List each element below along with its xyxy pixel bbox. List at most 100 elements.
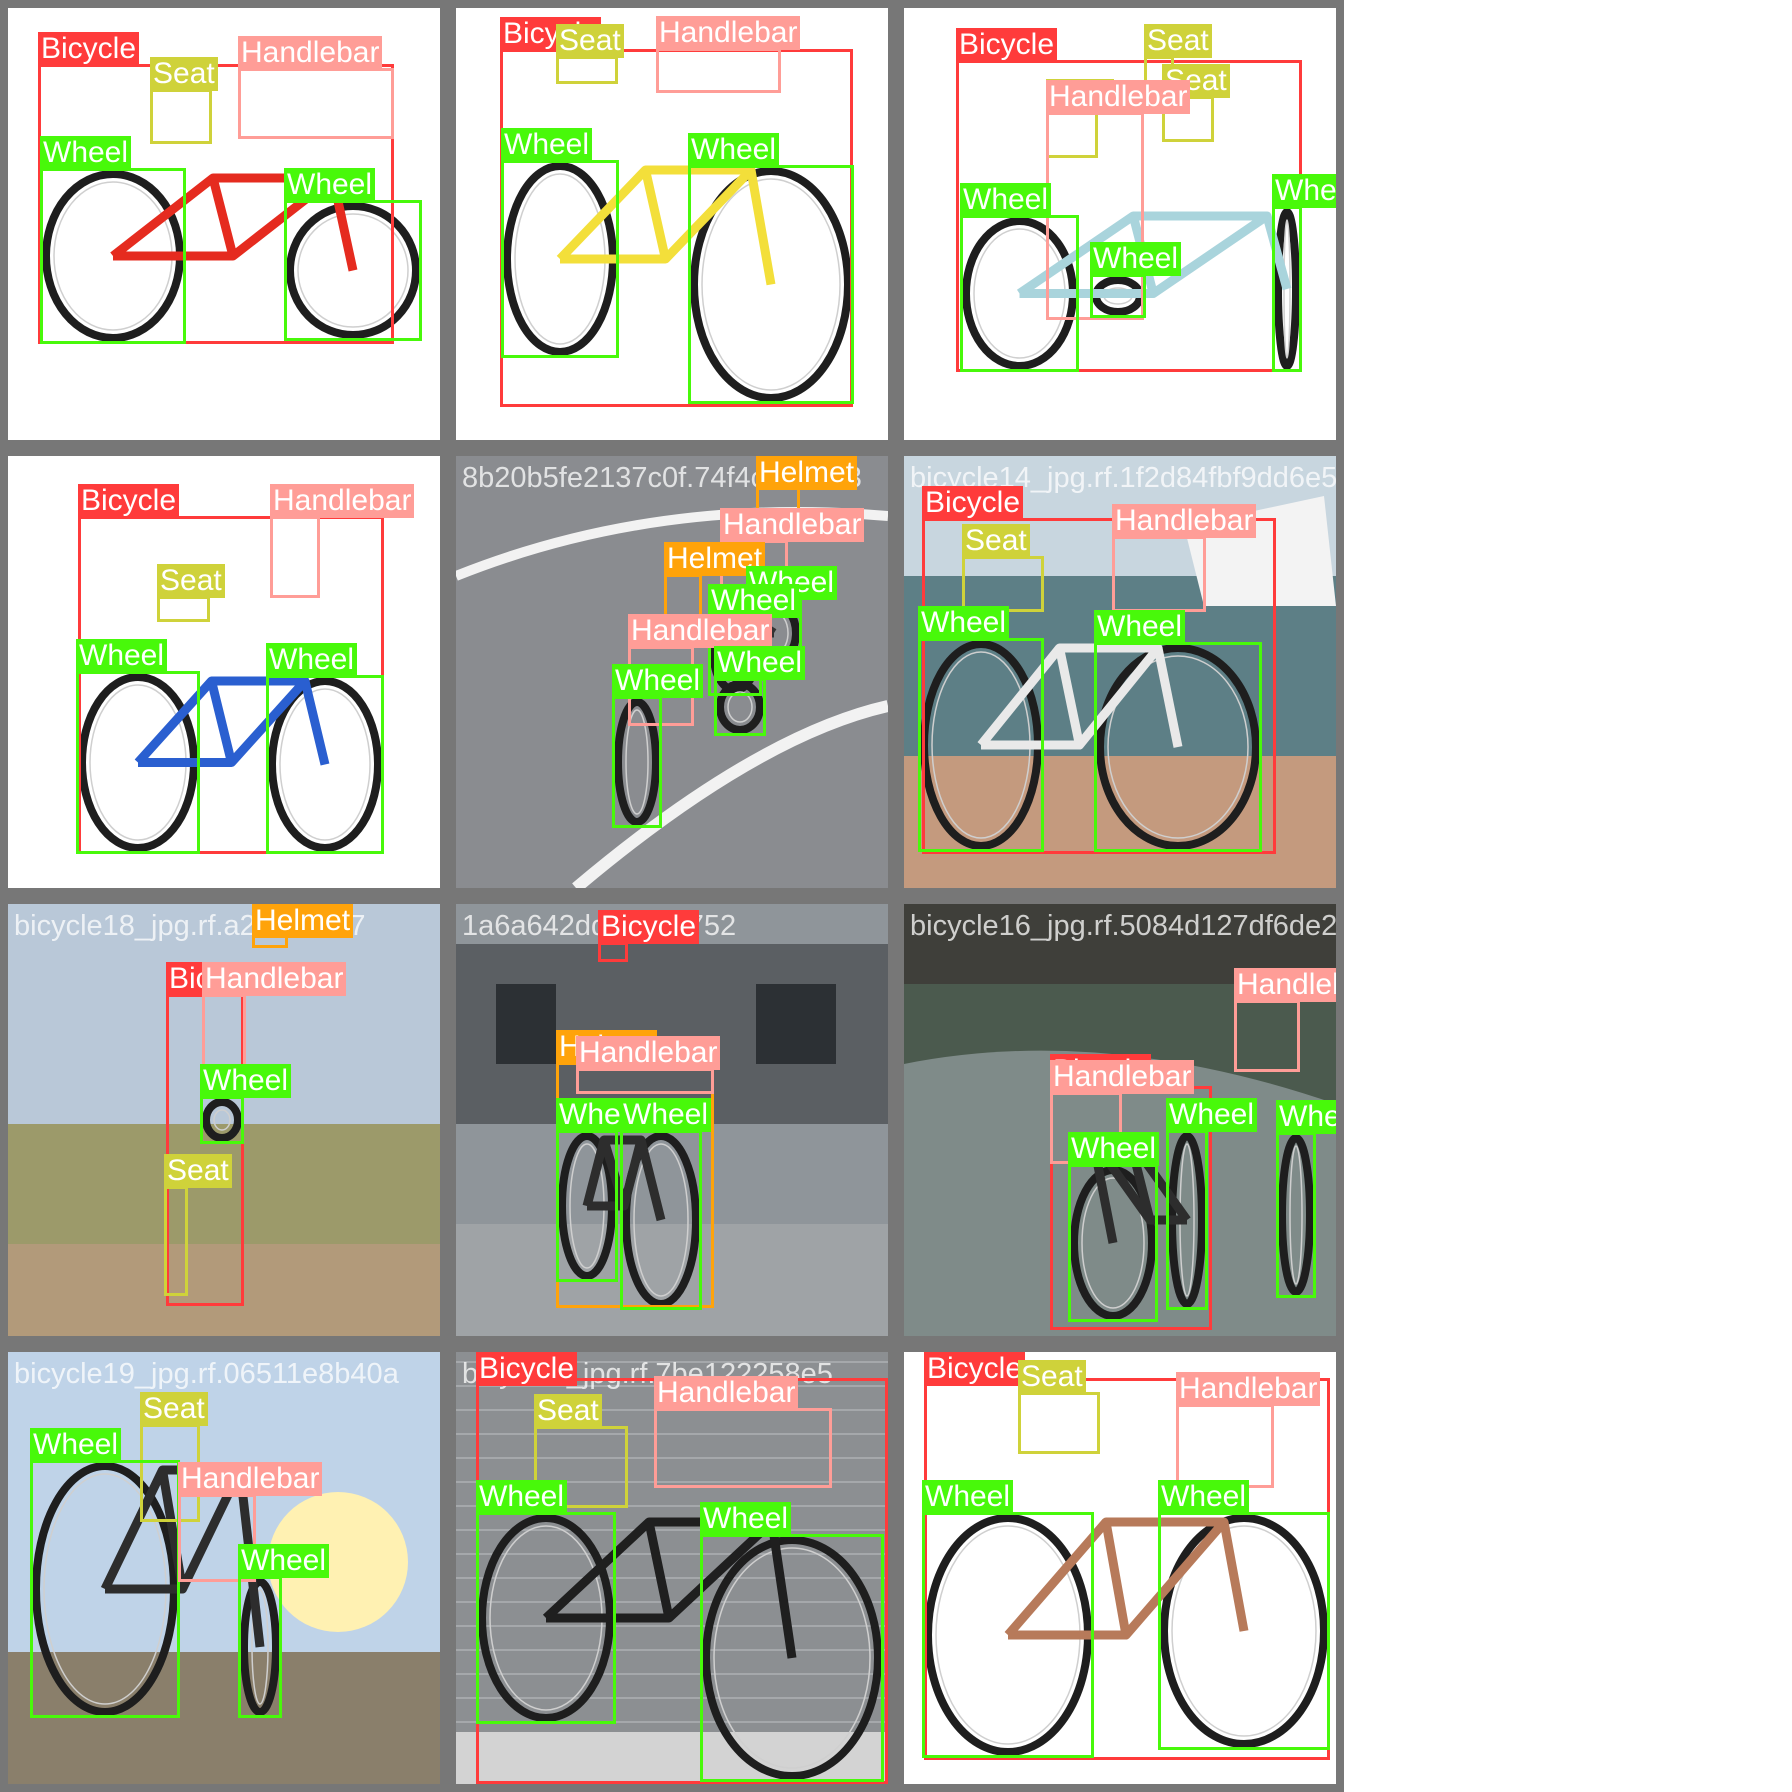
bbox-label-handlebar: Handlebar xyxy=(1046,80,1191,114)
image-tile: 8b20b5fe2137c0f.74f4c1768b3 Helmet Handleb… xyxy=(456,456,888,888)
bbox-label-bicycle: Bicycle xyxy=(38,32,140,66)
bbox-label-bicycle: Bicycle xyxy=(598,910,700,944)
bbox-wheel xyxy=(238,1576,282,1718)
bbox-wheel xyxy=(501,160,619,358)
bbox-wheel xyxy=(200,1096,244,1144)
image-tile: 1a6a642dd707e0752HelmetBicycleHandlebarW… xyxy=(456,904,888,1336)
bbox-label-handlebar: Handlebar xyxy=(654,1376,799,1410)
bbox-label-helmet: Helmet xyxy=(252,904,354,938)
bbox-label-seat: Seat xyxy=(164,1154,232,1188)
bbox-label-handlebar: Handlebar xyxy=(270,484,415,518)
bbox-label-seat: Seat xyxy=(1144,24,1212,58)
bbox-wheel xyxy=(1094,642,1262,852)
image-tile: bicycle19_jpg.rf.06511e8b40a Seat Wheel Han… xyxy=(8,1352,440,1784)
bbox-wheel xyxy=(1158,1512,1330,1750)
bbox-label-seat: Seat xyxy=(962,524,1030,558)
bbox-label-seat: Seat xyxy=(1018,1360,1086,1394)
bbox-label-wheel: Wheel xyxy=(1276,1100,1336,1134)
bbox-label-wheel: Wheel xyxy=(266,643,358,677)
bbox-label-wheel: Wheel xyxy=(284,168,376,202)
bbox-wheel xyxy=(700,1534,884,1782)
bbox-wheel xyxy=(612,696,662,828)
bbox-wheel xyxy=(960,215,1079,372)
bbox-label-wheel: Wheel xyxy=(40,136,132,170)
bbox-label-bicycle: Bicycle xyxy=(922,486,1024,520)
bbox-label-wheel: Wheel xyxy=(1158,1480,1250,1514)
bbox-label-wheel: Wheel xyxy=(708,584,800,618)
bbox-handlebar xyxy=(1234,1000,1300,1072)
bbox-handlebar xyxy=(1176,1404,1274,1488)
bbox-wheel xyxy=(620,1130,702,1310)
bbox-wheel xyxy=(40,168,186,344)
bbox-wheel xyxy=(266,675,384,854)
bbox-label-handlebar: Handlebar xyxy=(238,36,383,70)
bbox-label-handlebar: Handlebar xyxy=(656,16,801,50)
bbox-seat xyxy=(157,596,210,622)
bbox-seat xyxy=(1018,1392,1100,1454)
bbox-label-wheel: Wheel xyxy=(501,128,593,162)
bbox-label-bicycle: Bicycle xyxy=(78,484,180,518)
image-tile: bicycle13_jpg.rf.ee1052af807bb75bd1b833B… xyxy=(8,8,440,440)
bbox-label-seat: Seat xyxy=(140,1392,208,1426)
bbox-label-seat: Seat xyxy=(534,1394,602,1428)
bbox-label-wheel: Wheel xyxy=(714,646,806,680)
bbox-label-wheel: Wheel xyxy=(918,606,1010,640)
image-filename: bicycle16_jpg.rf.5084d127df6de2190b6b24d xyxy=(910,910,1336,942)
bbox-label-helmet: Helmet xyxy=(756,456,858,490)
bbox-wheel xyxy=(918,638,1044,852)
bbox-wheel xyxy=(1166,1130,1208,1310)
mosaic-grid: bicycle13_jpg.rf.ee1052af807bb75bd1b833B… xyxy=(0,0,1344,1792)
bbox-label-wheel: Wheel xyxy=(476,1480,568,1514)
bbox-label-wheel: Wheel xyxy=(688,133,780,167)
bbox-label-wheel: Wheel xyxy=(620,1098,712,1132)
image-tile: bicycle14_jpg.rf.1f2d84fbf9dd6e5ce29dc93… xyxy=(904,456,1336,888)
image-tile: fai10ff1086_jpg.rf.e45122e2ef3230f535e4e… xyxy=(904,8,1336,440)
bbox-wheel xyxy=(714,678,766,736)
image-tile: bicycle2_jpg.rf.7be122258e5 Bicycle Seat Ha… xyxy=(456,1352,888,1784)
bbox-label-wheel: Wheel xyxy=(200,1064,292,1098)
bbox-wheel xyxy=(76,671,200,854)
bbox-label-handlebar: Handlebar xyxy=(178,1462,323,1496)
bbox-handlebar xyxy=(654,1408,832,1488)
bbox-seat xyxy=(556,56,618,84)
bbox-label-handlebar: Handlebar xyxy=(1050,1060,1195,1094)
image-tile: bicycle18_jpg.rf.a2cce3417HelmetBicycleH… xyxy=(8,904,440,1336)
bbox-wheel xyxy=(1276,1132,1316,1298)
image-tile: bicycle15_jpg.rf.e3c96848c0c1a4 Bicycle Se… xyxy=(904,1352,1336,1784)
bbox-label-wheel: Wheel xyxy=(30,1428,122,1462)
bbox-handlebar xyxy=(576,1068,714,1094)
bbox-wheel xyxy=(1068,1164,1158,1322)
image-tile: bicycle17_jpg.rf.75bd1b8332598faBicycleS… xyxy=(456,8,888,440)
bbox-handlebar xyxy=(270,516,320,598)
bbox-wheel xyxy=(30,1460,180,1718)
bbox-wheel xyxy=(284,200,422,341)
bbox-label-handlebar: Handlebar xyxy=(1112,504,1257,538)
bbox-label-wheel: Wheel xyxy=(76,639,168,673)
image-filename: bicycle19_jpg.rf.06511e8b40a xyxy=(14,1358,399,1390)
bbox-label-handlebar: Handlebar xyxy=(720,508,865,542)
bbox-label-handlebar: Handlebar xyxy=(1234,968,1336,1002)
bbox-label-wheel: Wheel xyxy=(1272,174,1336,208)
bbox-label-wheel: Wheel xyxy=(960,183,1052,217)
bbox-label-bicycle: Bicycle xyxy=(476,1352,578,1386)
bbox-label-wheel: Wheel xyxy=(238,1544,330,1578)
bbox-label-handlebar: Handlebar xyxy=(202,962,347,996)
bbox-wheel xyxy=(922,1512,1094,1758)
bbox-label-wheel: Wheel xyxy=(1090,242,1182,276)
bbox-label-bicycle: Bicycle xyxy=(924,1352,1026,1386)
bbox-label-wheel: Wheel xyxy=(700,1502,792,1536)
bbox-wheel xyxy=(476,1512,616,1724)
bbox-label-seat: Seat xyxy=(157,564,225,598)
bbox-label-seat: Seat xyxy=(150,57,218,91)
bbox-label-handlebar: Handlebar xyxy=(1176,1372,1321,1406)
bbox-wheel xyxy=(688,165,854,404)
bbox-label-wheel: Wheel xyxy=(612,664,704,698)
bbox-wheel xyxy=(556,1130,618,1282)
bbox-handlebar xyxy=(1112,536,1206,612)
bbox-seat xyxy=(962,556,1044,612)
bbox-label-wheel: Wheel xyxy=(1166,1098,1258,1132)
bbox-label-wheel: Wheel xyxy=(922,1480,1014,1514)
bbox-label-bicycle: Bicycle xyxy=(956,28,1058,62)
image-tile: bicycle1_jpg.rf. Bicycle Handlebar Seat Whee… xyxy=(8,456,440,888)
bbox-seat xyxy=(150,89,212,144)
